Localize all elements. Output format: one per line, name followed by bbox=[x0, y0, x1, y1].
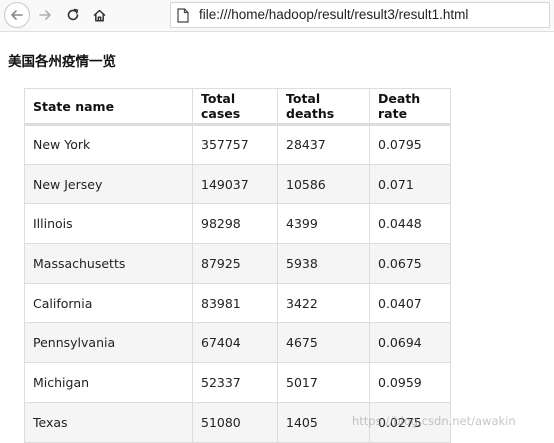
arrow-left-icon bbox=[11, 10, 23, 20]
cell-cases: 98298 bbox=[192, 203, 278, 245]
cell-deaths: 10586 bbox=[277, 163, 370, 205]
cell-state: New Jersey bbox=[24, 163, 193, 205]
states-table-container: State name Total cases Total deaths Deat… bbox=[24, 88, 451, 443]
cell-cases: 51080 bbox=[192, 401, 278, 443]
browser-toolbar: file:///home/hadoop/result/result3/resul… bbox=[0, 0, 554, 32]
cell-rate: 0.0795 bbox=[369, 124, 451, 165]
table-row: New Jersey 149037 10586 0.071 bbox=[24, 163, 451, 205]
header-total-deaths: Total deaths bbox=[277, 88, 370, 126]
cell-deaths: 28437 bbox=[277, 124, 370, 165]
cell-cases: 67404 bbox=[192, 322, 278, 364]
page-title: 美国各州疫情一览 bbox=[8, 54, 116, 70]
cell-state: Illinois bbox=[24, 203, 193, 245]
table-header-row: State name Total cases Total deaths Deat… bbox=[24, 88, 451, 126]
page-icon bbox=[177, 8, 189, 23]
home-button[interactable] bbox=[86, 2, 112, 28]
cell-rate: 0.0959 bbox=[369, 362, 451, 403]
cell-cases: 149037 bbox=[192, 163, 278, 205]
forward-button[interactable] bbox=[32, 2, 58, 28]
cell-cases: 83981 bbox=[192, 282, 278, 324]
reload-icon bbox=[67, 8, 79, 21]
table-row: Michigan 52337 5017 0.0959 bbox=[24, 362, 451, 403]
cell-state: Texas bbox=[24, 401, 193, 443]
cell-state: Massachusetts bbox=[24, 243, 193, 284]
home-icon bbox=[92, 9, 106, 22]
back-button[interactable] bbox=[4, 2, 30, 28]
table-row: Massachusetts 87925 5938 0.0675 bbox=[24, 243, 451, 284]
cell-state: California bbox=[24, 282, 193, 324]
cell-state: Michigan bbox=[24, 362, 193, 403]
cell-deaths: 5938 bbox=[277, 243, 370, 284]
cell-rate: 0.0675 bbox=[369, 243, 451, 284]
cell-deaths: 5017 bbox=[277, 362, 370, 403]
header-death-rate: Death rate bbox=[369, 88, 451, 126]
cell-cases: 87925 bbox=[192, 243, 278, 284]
table-row: Illinois 98298 4399 0.0448 bbox=[24, 203, 451, 245]
cell-deaths: 3422 bbox=[277, 282, 370, 324]
table-row: Pennsylvania 67404 4675 0.0694 bbox=[24, 322, 451, 364]
cell-rate: 0.0448 bbox=[369, 203, 451, 245]
header-state-name: State name bbox=[24, 88, 193, 126]
url-text[interactable]: file:///home/hadoop/result/result3/resul… bbox=[199, 7, 468, 22]
header-total-cases: Total cases bbox=[192, 88, 278, 126]
cell-cases: 357757 bbox=[192, 124, 278, 165]
states-table: State name Total cases Total deaths Deat… bbox=[24, 88, 451, 443]
cell-deaths: 4399 bbox=[277, 203, 370, 245]
cell-rate: 0.071 bbox=[369, 163, 451, 205]
cell-state: Pennsylvania bbox=[24, 322, 193, 364]
address-bar[interactable]: file:///home/hadoop/result/result3/resul… bbox=[170, 2, 550, 28]
cell-state: New York bbox=[24, 124, 193, 165]
cell-rate: 0.0694 bbox=[369, 322, 451, 364]
reload-button[interactable] bbox=[60, 2, 86, 28]
table-row: California 83981 3422 0.0407 bbox=[24, 282, 451, 324]
cell-deaths: 4675 bbox=[277, 322, 370, 364]
cell-cases: 52337 bbox=[192, 362, 278, 403]
watermark: https://blog.csdn.net/awakin bbox=[352, 414, 516, 428]
cell-rate: 0.0407 bbox=[369, 282, 451, 324]
table-row: New York 357757 28437 0.0795 bbox=[24, 124, 451, 165]
arrow-right-icon bbox=[39, 10, 51, 20]
